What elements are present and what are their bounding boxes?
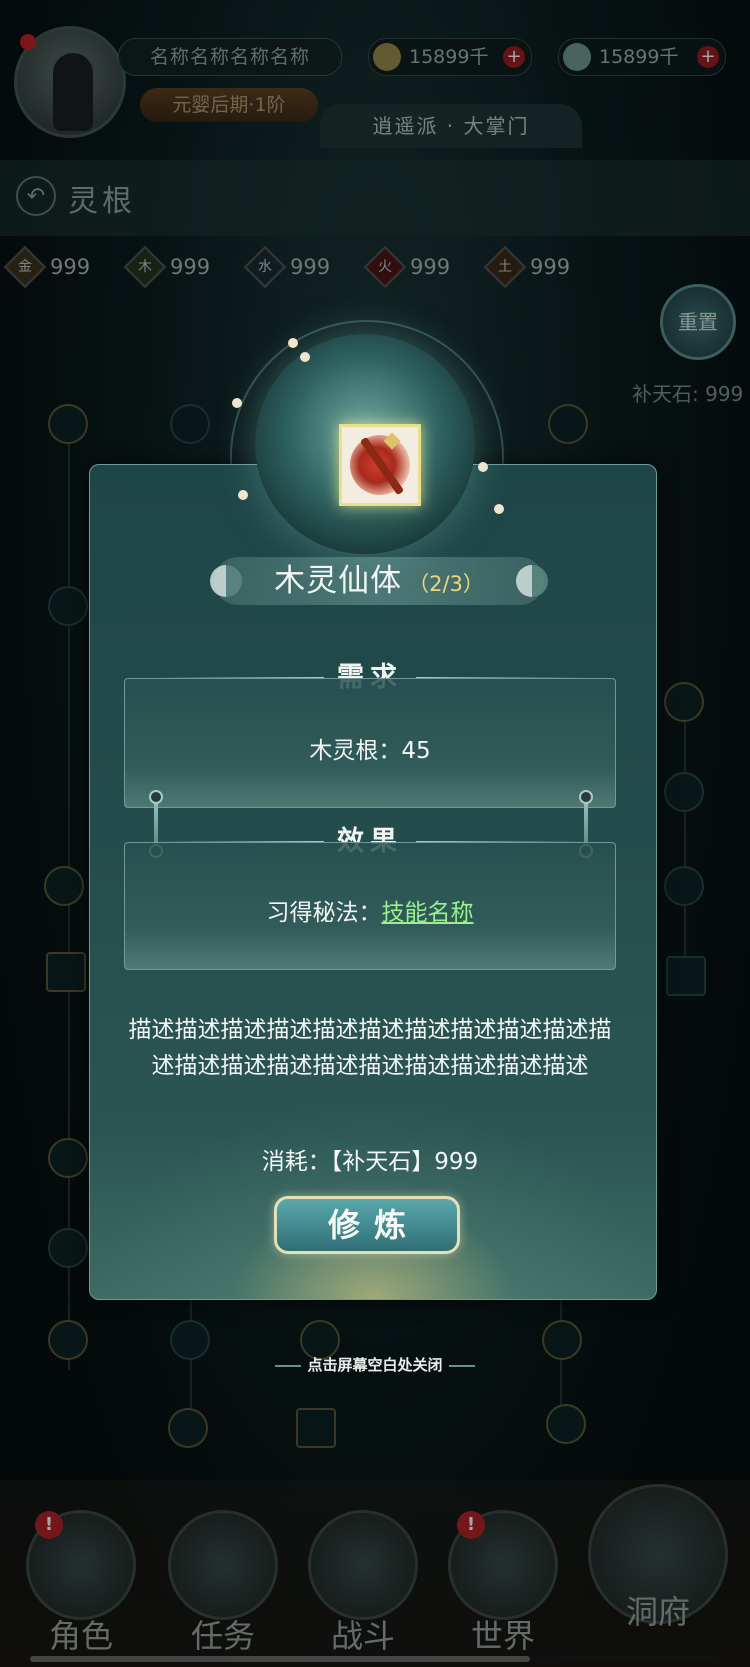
blossom-icon — [232, 398, 242, 408]
mountain-decor — [125, 767, 615, 807]
skill-description: 描述描述描述描述描述描述描述描述描述描述描述描述描述描述描述描述描述描述描述描述 — [128, 1017, 612, 1079]
cultivate-button-label: 修炼 — [327, 1206, 420, 1244]
effect-text: 习得秘法：技能名称 — [125, 893, 615, 927]
skill-name: 木灵仙体 — [274, 563, 403, 599]
effect-skill-link[interactable]: 技能名称 — [382, 900, 474, 926]
cultivate-cost: 消耗：【补天石】999 — [261, 1149, 479, 1175]
blossom-icon — [494, 504, 504, 514]
skill-title: 木灵仙体 （2/3） — [214, 557, 544, 605]
effect-box: 习得秘法：技能名称 — [124, 842, 616, 970]
blossom-icon — [238, 490, 248, 500]
skill-progress: （2/3） — [408, 572, 484, 596]
blossom-icon — [288, 338, 298, 348]
skill-title-banner: 木灵仙体 （2/3） — [210, 557, 548, 605]
cloud-decor-icon — [275, 1364, 302, 1367]
pin-dot — [149, 790, 163, 804]
requirement-box: 木灵根：45 — [124, 678, 616, 808]
effect-prefix: 习得秘法： — [266, 900, 382, 926]
close-hint: 点击屏幕空白处关闭 — [0, 1354, 750, 1375]
blossom-icon — [300, 352, 310, 362]
skill-icon-frame — [339, 424, 421, 506]
cloud-decor-icon — [448, 1364, 475, 1367]
requirement-text: 木灵根：45 — [309, 738, 431, 764]
blossom-icon — [478, 462, 488, 472]
close-hint-text: 点击屏幕空白处关闭 — [307, 1356, 443, 1374]
pin-dot — [579, 790, 593, 804]
mountain-decor — [125, 929, 615, 969]
cultivate-button[interactable]: 修炼 — [274, 1196, 460, 1254]
